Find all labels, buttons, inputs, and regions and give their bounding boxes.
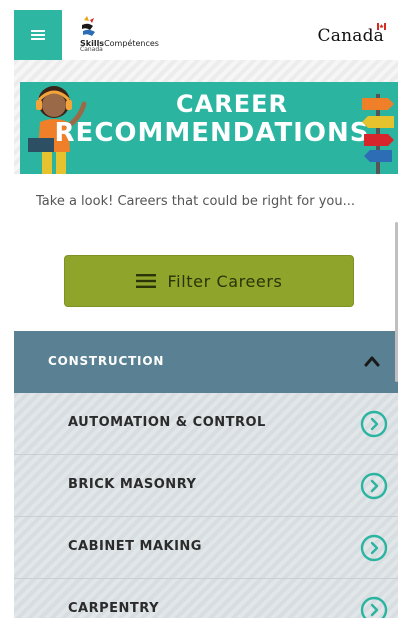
skills-canada-logo[interactable]: SkillsCompétences Canada xyxy=(78,16,188,54)
banner-title-line1: CAREER xyxy=(176,90,288,118)
career-recommendations-banner: CAREER RECOMMENDATIONS xyxy=(20,82,398,174)
filter-section: Filter Careers xyxy=(14,234,398,331)
app-screen: SkillsCompétences Canada Canada CAREER R… xyxy=(0,0,398,618)
career-item-carpentry[interactable]: CARPENTRY xyxy=(14,579,398,618)
top-header: SkillsCompétences Canada Canada xyxy=(14,10,398,60)
logo-subtext: Canada xyxy=(80,46,103,53)
career-list: AUTOMATION & CONTROL BRICK MASONRY CABIN… xyxy=(14,393,398,618)
chevron-right-circle-icon xyxy=(360,596,388,618)
chevron-up-icon xyxy=(364,356,380,367)
chevron-right-circle-icon xyxy=(360,410,388,438)
chevron-right-circle-icon xyxy=(360,472,388,500)
intro-section: Take a look! Careers that could be right… xyxy=(14,174,398,235)
canada-wordmark: Canada xyxy=(317,26,384,46)
hamburger-menu-button[interactable] xyxy=(14,10,62,60)
direction-signs-icon xyxy=(362,94,394,174)
career-item-brick-masonry[interactable]: BRICK MASONRY xyxy=(14,455,398,517)
career-item-cabinet-making[interactable]: CABINET MAKING xyxy=(14,517,398,579)
banner-area: CAREER RECOMMENDATIONS xyxy=(14,60,398,174)
career-item-automation-control[interactable]: AUTOMATION & CONTROL xyxy=(14,393,398,455)
intro-text: Take a look! Careers that could be right… xyxy=(36,194,356,209)
career-item-label: AUTOMATION & CONTROL xyxy=(68,415,266,430)
hamburger-icon xyxy=(31,30,45,40)
banner-title-line2: RECOMMENDATIONS xyxy=(54,118,370,148)
career-item-label: BRICK MASONRY xyxy=(68,477,197,492)
chevron-right-circle-icon xyxy=(360,534,388,562)
menu-lines-icon xyxy=(135,274,156,288)
canada-flag-icon xyxy=(377,23,386,30)
career-item-label: CABINET MAKING xyxy=(68,539,202,554)
filter-careers-button[interactable]: Filter Careers xyxy=(64,255,354,307)
category-label: CONSTRUCTION xyxy=(48,354,165,368)
filter-careers-label: Filter Careers xyxy=(167,271,283,291)
career-item-label: CARPENTRY xyxy=(68,601,159,616)
category-construction-header[interactable]: CONSTRUCTION xyxy=(14,331,398,393)
